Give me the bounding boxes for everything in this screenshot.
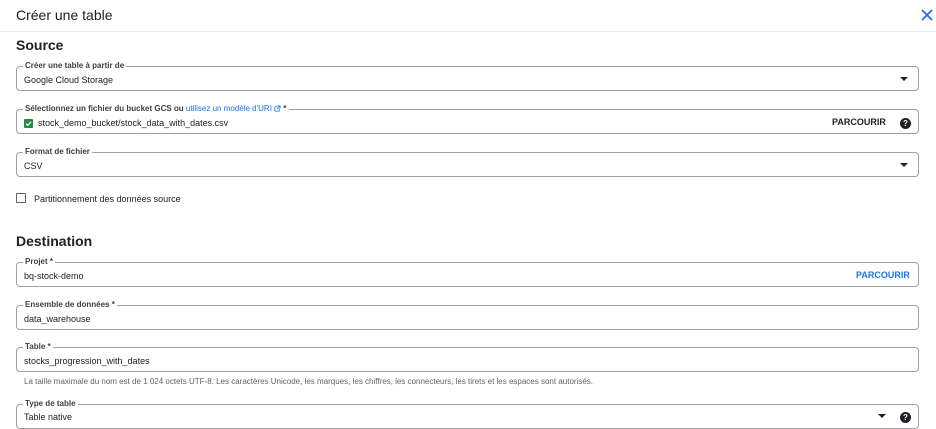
dropdown-arrow-icon[interactable] [900, 163, 908, 167]
external-link-icon [274, 105, 281, 112]
dropdown-arrow-icon[interactable] [878, 414, 886, 418]
gcs-file-label: Sélectionnez un fichier du bucket GCS ou… [23, 104, 289, 114]
table-type-value: Table native [24, 412, 73, 422]
dataset-value: data_warehouse [24, 314, 91, 324]
file-selected-check-icon [24, 119, 33, 128]
table-label: Table * [23, 342, 53, 352]
dialog-title: Créer une table [16, 7, 113, 23]
table-type-select[interactable]: Type de table Table native ? [16, 399, 919, 429]
help-icon[interactable]: ? [900, 118, 911, 129]
dropdown-arrow-icon[interactable] [900, 77, 908, 81]
partitioning-label[interactable]: Partitionnement des données source [34, 194, 181, 204]
table-name-hint: La taille maximale du nom est de 1 024 o… [24, 377, 594, 386]
gcs-file-field[interactable]: Sélectionnez un fichier du bucket GCS ou… [16, 104, 919, 134]
file-format-label: Format de fichier [23, 147, 92, 157]
browse-project-button[interactable]: PARCOURIR [856, 270, 910, 280]
dataset-label: Ensemble de données * [23, 300, 117, 310]
uri-template-link[interactable]: utilisez un modèle d'URI [186, 104, 272, 113]
table-value: stocks_progression_with_dates [24, 356, 150, 366]
source-section-title: Source [16, 37, 64, 53]
close-icon[interactable] [918, 6, 936, 24]
required-marker: * [283, 104, 287, 113]
create-from-value: Google Cloud Storage [24, 75, 114, 85]
create-from-select[interactable]: Créer une table à partir de Google Cloud… [16, 61, 919, 91]
partitioning-checkbox[interactable] [16, 193, 26, 203]
help-icon[interactable]: ? [900, 412, 911, 423]
project-field[interactable]: Projet * bq-stock-demo PARCOURIR [16, 257, 919, 287]
file-format-value: CSV [24, 161, 43, 171]
table-type-label: Type de table [23, 399, 78, 409]
gcs-file-value: stock_demo_bucket/stock_data_with_dates.… [38, 118, 229, 128]
dataset-field[interactable]: Ensemble de données * data_warehouse [16, 300, 919, 330]
gcs-file-label-text: Sélectionnez un fichier du bucket GCS ou [25, 104, 184, 113]
create-from-label: Créer une table à partir de [23, 61, 127, 71]
dialog-header: Créer une table [0, 0, 936, 32]
browse-gcs-button[interactable]: PARCOURIR [832, 117, 886, 127]
destination-section-title: Destination [16, 233, 93, 249]
project-label: Projet * [23, 257, 56, 267]
table-name-input[interactable]: Table * stocks_progression_with_dates [16, 342, 919, 372]
file-format-select[interactable]: Format de fichier CSV [16, 147, 919, 177]
project-value: bq-stock-demo [24, 271, 84, 281]
